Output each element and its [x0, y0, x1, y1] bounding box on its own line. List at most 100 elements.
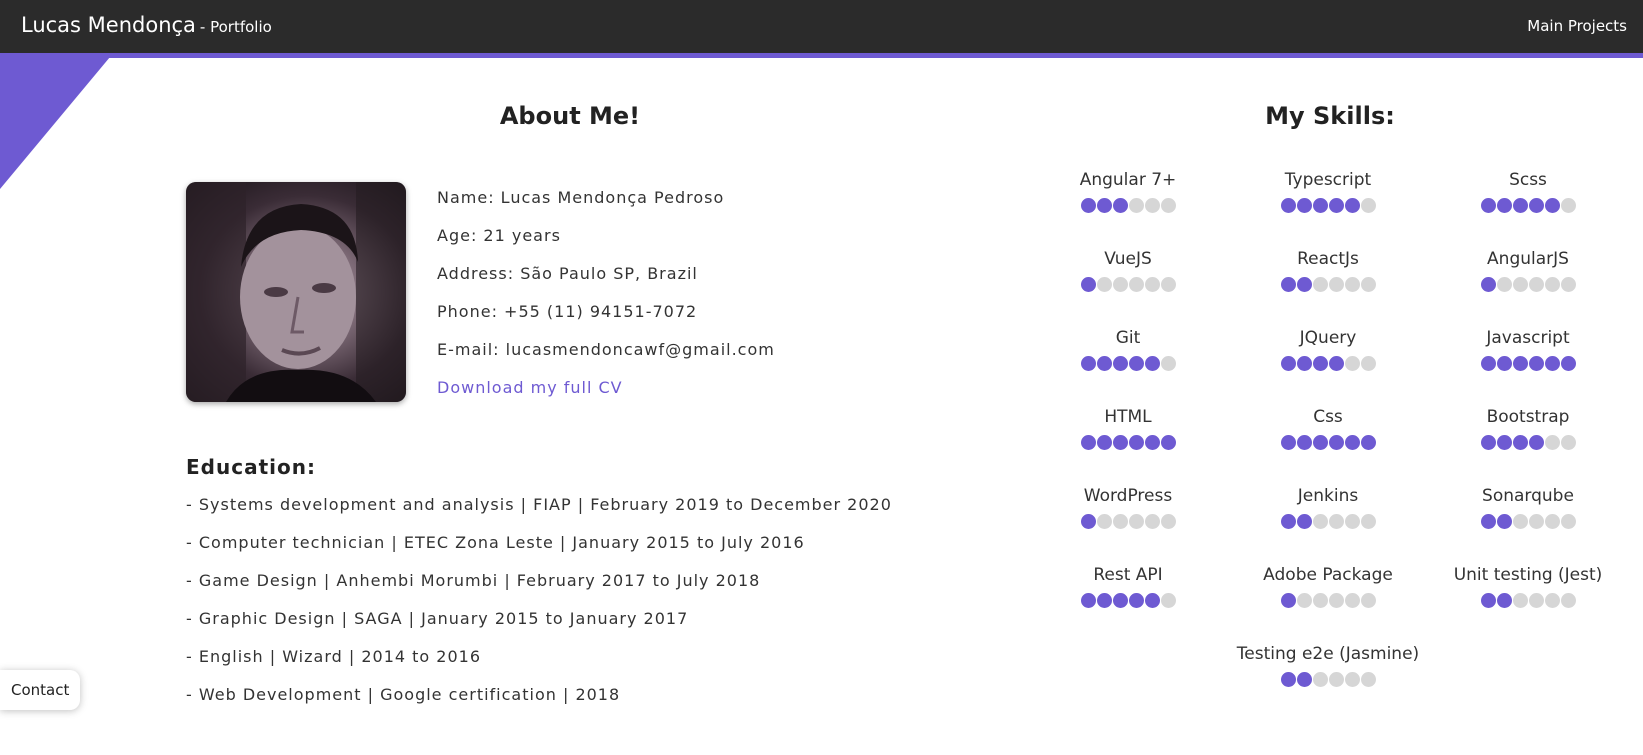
skill-dot-filled — [1144, 593, 1160, 608]
skill-dot-filled — [1128, 356, 1144, 371]
skill-dot-empty — [1144, 277, 1160, 292]
skill-dot-filled — [1480, 514, 1496, 529]
skill-item: Scss — [1428, 168, 1628, 213]
skill-item: Git — [1028, 326, 1228, 371]
skill-dot-filled — [1296, 198, 1312, 213]
skill-dot-filled — [1312, 435, 1328, 450]
skill-dot-filled — [1296, 356, 1312, 371]
skill-level-dots — [1428, 277, 1628, 292]
main-projects-link[interactable]: Main Projects — [1527, 17, 1627, 35]
skill-dot-filled — [1480, 435, 1496, 450]
skill-level-dots — [1428, 198, 1628, 213]
skill-dot-filled — [1528, 198, 1544, 213]
skill-dot-empty — [1160, 593, 1176, 608]
skill-dot-filled — [1496, 356, 1512, 371]
skill-dot-filled — [1512, 356, 1528, 371]
brand-name: Lucas Mendonça — [21, 13, 196, 37]
education-item: - Game Design | Anhembi Morumbi | Februa… — [186, 571, 761, 590]
skill-label: HTML — [1104, 407, 1152, 427]
skill-dot-filled — [1128, 593, 1144, 608]
skill-dot-empty — [1160, 514, 1176, 529]
profile-photo-illustration — [186, 182, 406, 402]
skill-dot-filled — [1480, 593, 1496, 608]
skill-label: Bootstrap — [1486, 407, 1570, 427]
skill-dot-filled — [1296, 435, 1312, 450]
skill-dot-filled — [1296, 672, 1312, 687]
skill-dot-empty — [1328, 593, 1344, 608]
skill-dot-filled — [1080, 593, 1096, 608]
skill-dot-empty — [1528, 277, 1544, 292]
skill-dot-filled — [1544, 356, 1560, 371]
skill-item: Sonarqube — [1428, 484, 1628, 529]
info-email: E-mail: lucasmendoncawf@gmail.com — [437, 340, 775, 359]
skill-dot-filled — [1528, 435, 1544, 450]
skill-dot-empty — [1544, 514, 1560, 529]
skill-dot-empty — [1360, 514, 1376, 529]
skill-dot-empty — [1160, 277, 1176, 292]
skill-dot-filled — [1312, 198, 1328, 213]
skill-level-dots — [1228, 514, 1428, 529]
skill-level-dots — [1228, 277, 1428, 292]
skill-dot-empty — [1160, 356, 1176, 371]
skill-dot-filled — [1096, 198, 1112, 213]
info-name: Name: Lucas Mendonça Pedroso — [437, 188, 725, 207]
skill-item: Jenkins — [1228, 484, 1428, 529]
skill-dot-empty — [1128, 277, 1144, 292]
skill-dot-empty — [1560, 514, 1576, 529]
skill-dot-empty — [1112, 514, 1128, 529]
skill-dot-filled — [1328, 435, 1344, 450]
skill-dot-empty — [1328, 277, 1344, 292]
skill-label: Typescript — [1284, 170, 1372, 190]
skill-dot-filled — [1512, 435, 1528, 450]
skill-dot-filled — [1296, 514, 1312, 529]
skill-dot-empty — [1528, 593, 1544, 608]
skill-dot-empty — [1144, 198, 1160, 213]
skill-dot-empty — [1560, 593, 1576, 608]
accent-divider — [0, 53, 1643, 58]
info-address: Address: São Paulo SP, Brazil — [437, 264, 698, 283]
skill-dot-empty — [1096, 277, 1112, 292]
skill-dot-filled — [1280, 277, 1296, 292]
skill-label: Adobe Package — [1263, 565, 1393, 585]
skill-level-dots — [1228, 593, 1428, 608]
skill-dot-empty — [1128, 514, 1144, 529]
skill-label: Angular 7+ — [1079, 170, 1177, 190]
brand-subtitle: - Portfolio — [199, 18, 272, 36]
skill-dot-filled — [1080, 356, 1096, 371]
skill-level-dots — [1428, 593, 1628, 608]
skill-label: Unit testing (Jest) — [1453, 565, 1603, 585]
skill-dot-empty — [1560, 277, 1576, 292]
skill-label: WordPress — [1083, 486, 1173, 506]
skill-dot-filled — [1128, 435, 1144, 450]
skill-label: Sonarqube — [1482, 486, 1574, 506]
skill-dot-filled — [1528, 356, 1544, 371]
skill-label: JQuery — [1299, 328, 1357, 348]
skill-item: Angular 7+ — [1028, 168, 1228, 213]
skill-dot-empty — [1112, 277, 1128, 292]
skill-label: Javascript — [1486, 328, 1570, 348]
brand[interactable]: Lucas Mendonça - Portfolio — [21, 13, 272, 37]
skill-item: ReactJs — [1228, 247, 1428, 292]
skill-level-dots — [1228, 672, 1428, 687]
skill-dot-empty — [1544, 435, 1560, 450]
skill-dot-filled — [1544, 198, 1560, 213]
skill-dot-empty — [1312, 593, 1328, 608]
skill-dot-filled — [1328, 356, 1344, 371]
skill-dot-empty — [1128, 198, 1144, 213]
download-cv-link[interactable]: Download my full CV — [437, 378, 623, 397]
skill-dot-empty — [1096, 514, 1112, 529]
skill-label: Jenkins — [1297, 486, 1359, 506]
education-item: - Graphic Design | SAGA | January 2015 t… — [186, 609, 689, 628]
skill-label: Css — [1313, 407, 1343, 427]
skill-dot-filled — [1280, 514, 1296, 529]
skill-level-dots — [1028, 435, 1228, 450]
skill-item: Css — [1228, 405, 1428, 450]
skill-label: VueJS — [1104, 249, 1152, 269]
skill-dot-empty — [1512, 514, 1528, 529]
skill-dot-empty — [1160, 198, 1176, 213]
skill-dot-filled — [1280, 356, 1296, 371]
skill-item: HTML — [1028, 405, 1228, 450]
skill-level-dots — [1028, 356, 1228, 371]
skill-dot-filled — [1496, 593, 1512, 608]
contact-button[interactable]: Contact — [0, 670, 80, 710]
